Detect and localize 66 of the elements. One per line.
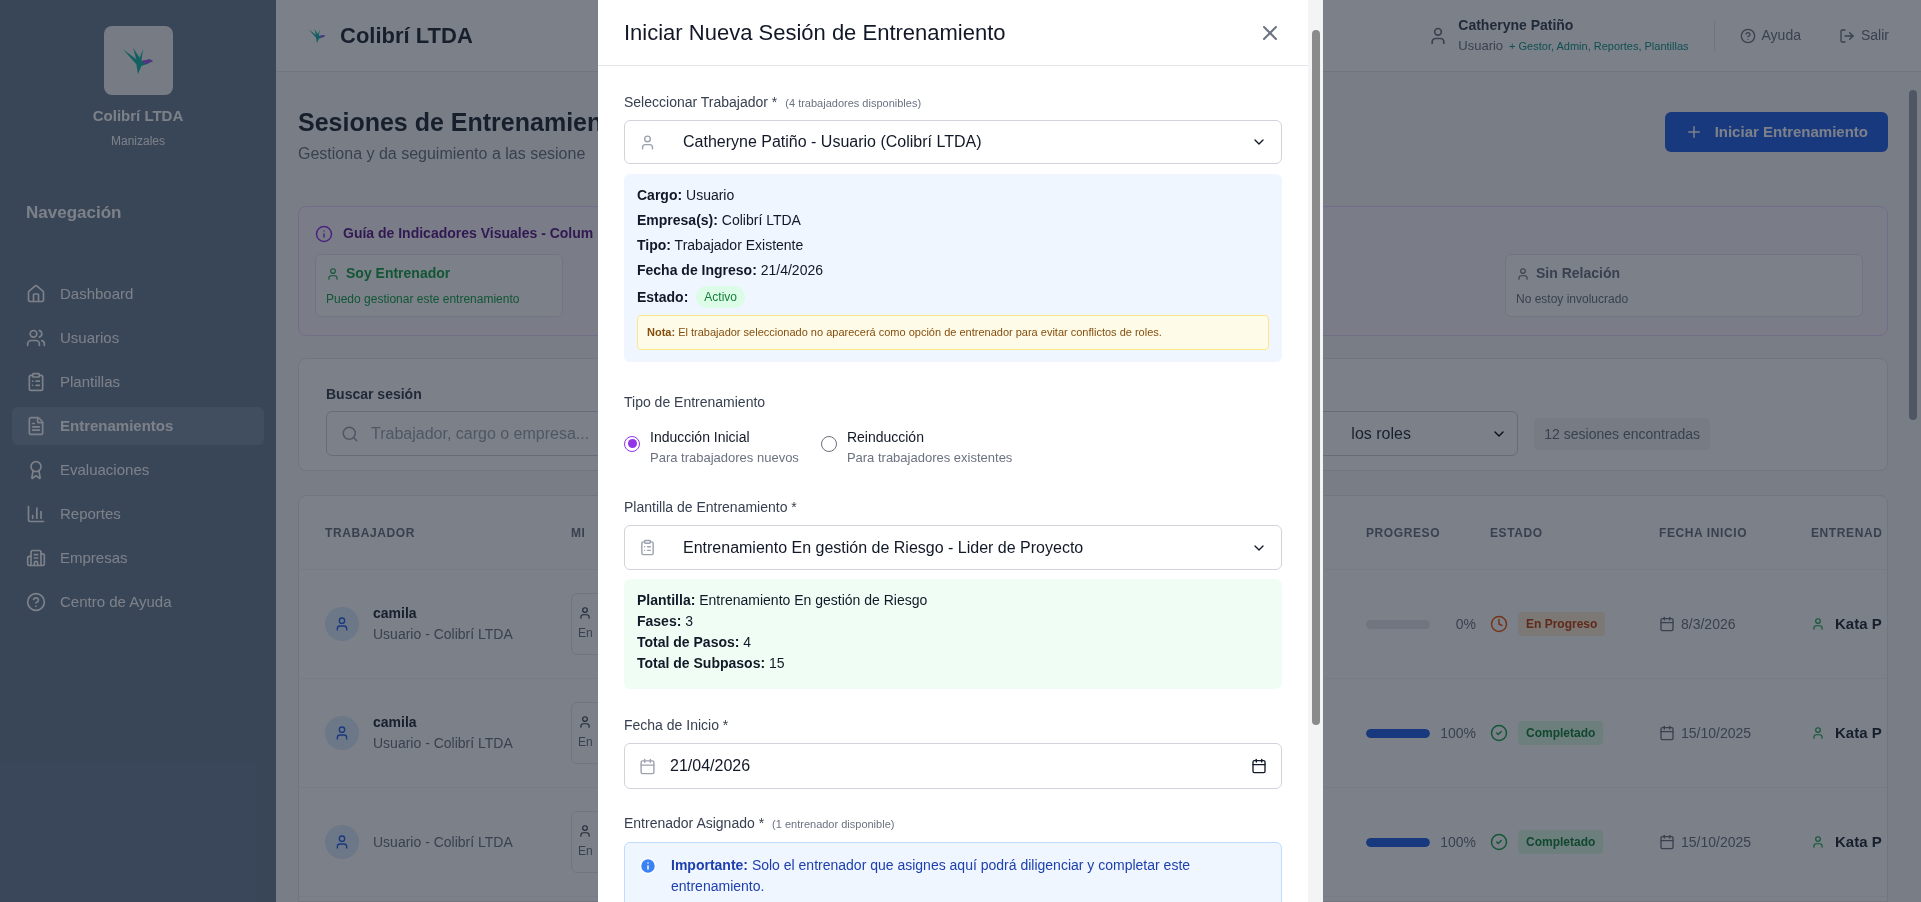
progress-value: 0%	[1455, 614, 1476, 634]
role-text: En	[578, 625, 593, 642]
info-line: Plantilla: Entrenamiento En gestión de Riesgo	[637, 591, 929, 610]
nav-section-title: Navegación	[26, 201, 123, 224]
page-title: Sesiones de Entrenamien	[298, 107, 603, 138]
guide-title: Guía de Indicadores Visuales - Colum	[343, 224, 594, 243]
info-line: Tipo: Trabajador Existente	[637, 236, 805, 255]
indicator-title: Sin Relación	[1536, 264, 1621, 283]
worker-subtitle: Usuario - Colibrí LTDA	[373, 734, 513, 753]
start-date: 8/3/2026	[1681, 614, 1736, 634]
modal-title: Iniciar Nueva Sesión de Entrenamiento	[624, 19, 1006, 47]
start-date: 15/10/2025	[1681, 723, 1752, 743]
trainer-name: Kata P	[1835, 722, 1882, 743]
field-label: Entrenador Asignado *	[624, 814, 765, 833]
status-badge: Completado	[1518, 721, 1604, 745]
info-line: Fecha de Ingreso: 21/4/2026	[637, 261, 824, 280]
field-hint: (4 trabajadores disponibles)	[785, 96, 922, 111]
role-text: En	[578, 734, 593, 751]
column-header: FECHA INICIO	[1659, 524, 1748, 542]
progress-value: 100%	[1440, 832, 1476, 852]
progress-value: 100%	[1440, 723, 1476, 743]
field-label: Plantilla de Entrenamiento *	[624, 498, 797, 517]
worker-subtitle: Usuario - Colibrí LTDA	[373, 832, 513, 852]
brand-name: Colibrí LTDA	[92, 106, 184, 126]
info-line: Cargo: Usuario	[637, 186, 736, 205]
indicator-title: Soy Entrenador	[346, 264, 451, 283]
status-badge: Activo	[696, 286, 746, 308]
note-banner: Nota: El trabajador seleccionado no aparecerá como opción de entrenador para evitar conflictos de roles.	[637, 315, 1269, 350]
radio-description: Para trabajadores nuevos	[650, 448, 799, 467]
worker-name: camila	[373, 604, 418, 623]
column-header: PROGRESO	[1366, 524, 1441, 542]
user-role: Usuario	[1458, 37, 1504, 56]
info-line: Total de Pasos: 4	[637, 633, 753, 652]
important-text: Importante: Solo el entrenador que asignes aquí podrá diligenciar y completar este entrenamiento.	[671, 856, 1192, 896]
column-header: TRABAJADOR	[325, 524, 415, 542]
header-brand: Colibrí LTDA	[340, 22, 473, 50]
field-label: Tipo de Entrenamiento	[624, 392, 766, 412]
extra-roles: + Gestor, Admin, Reportes, Plantillas	[1509, 38, 1689, 54]
indicator-description: No estoy involucrado	[1516, 291, 1630, 308]
info-line: Fases: 3	[637, 612, 695, 631]
indicator-description: Puedo gestionar este entrenamiento	[326, 291, 521, 308]
status-badge: En Progreso	[1518, 612, 1606, 636]
start-date: 15/10/2025	[1681, 832, 1752, 852]
worker-name: camila	[373, 713, 418, 732]
trainer-name: Kata P	[1835, 613, 1882, 634]
user-name: Catheryne Patiño	[1458, 16, 1575, 36]
info-label: Estado:	[637, 287, 689, 307]
field-label: Fecha de Inicio *	[624, 716, 729, 735]
column-header: MI	[571, 524, 586, 542]
column-header: ESTADO	[1490, 524, 1543, 542]
info-line: Total de Subpasos: 15	[637, 654, 786, 673]
radio-description: Para trabajadores existentes	[846, 448, 1013, 467]
field-hint: (1 entrenador disponible)	[772, 817, 895, 832]
field-label: Seleccionar Trabajador *	[624, 93, 778, 112]
info-line: Empresa(s): Colibrí LTDA	[637, 211, 802, 230]
worker-subtitle: Usuario - Colibrí LTDA	[373, 625, 513, 644]
column-header: ENTRENAD	[1811, 524, 1883, 542]
role-text: En	[578, 843, 593, 860]
radio-title: Inducción Inicial	[650, 427, 751, 447]
brand-city: Manizales	[111, 132, 165, 150]
page-subtitle: Gestiona y da seguimiento a las sesione	[298, 144, 587, 164]
radio-title: Reinducción	[846, 427, 925, 447]
result-count: 12 sesiones encontradas	[1534, 418, 1710, 450]
search-label: Buscar sesión	[326, 385, 422, 404]
trainer-name: Kata P	[1835, 831, 1882, 852]
status-badge: Completado	[1518, 830, 1604, 854]
